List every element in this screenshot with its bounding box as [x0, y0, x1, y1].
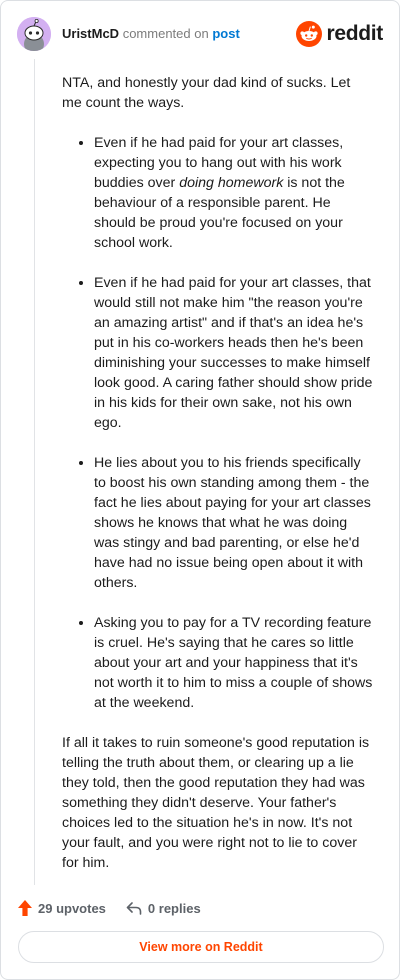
replies-count: 0 replies — [147, 900, 201, 916]
comment-body: NTA, and honestly your dad kind of sucks… — [62, 73, 374, 893]
replies-stat[interactable]: 0 replies — [126, 901, 201, 916]
post-link[interactable]: post — [212, 26, 239, 41]
comment-closing: If all it takes to ruin someone's good r… — [62, 735, 370, 871]
comment-bullet: Even if he had paid for your art classes… — [94, 133, 374, 253]
reply-arrow-icon — [126, 902, 142, 915]
upvote-arrow-icon — [18, 900, 32, 916]
reddit-logo-icon — [296, 21, 323, 47]
comment-header: UristMcD commented on post reddit — [17, 17, 383, 51]
view-more-label: View more on Reddit — [139, 940, 263, 954]
bullet-emphasis: doing homework — [179, 175, 284, 191]
comment-bullet: Even if he had paid for your art classes… — [94, 273, 374, 433]
thread-line — [34, 59, 35, 885]
reddit-brand[interactable]: reddit — [296, 21, 383, 47]
comment-byline: UristMcD commented on post — [62, 26, 240, 42]
comment-bullet: Asking you to pay for a TV recording fea… — [94, 613, 374, 713]
comment-footer: 29 upvotes 0 replies — [17, 897, 201, 919]
comment-intro: NTA, and honestly your dad kind of sucks… — [62, 75, 351, 111]
comment-bullet: He lies about you to his friends specifi… — [94, 453, 374, 593]
view-more-button[interactable]: View more on Reddit — [18, 931, 384, 963]
comment-bullet-list: Even if he had paid for your art classes… — [62, 133, 374, 713]
upvotes-count: 29 upvotes — [38, 900, 106, 916]
reddit-wordmark: reddit — [326, 22, 383, 45]
snoo-avatar-icon[interactable] — [17, 17, 51, 51]
byline-action: commented on — [122, 26, 209, 41]
username-link[interactable]: UristMcD — [62, 26, 119, 41]
upvotes-stat[interactable]: 29 upvotes — [17, 899, 106, 917]
comment-embed-card: UristMcD commented on post reddit NTA, a… — [0, 0, 400, 980]
